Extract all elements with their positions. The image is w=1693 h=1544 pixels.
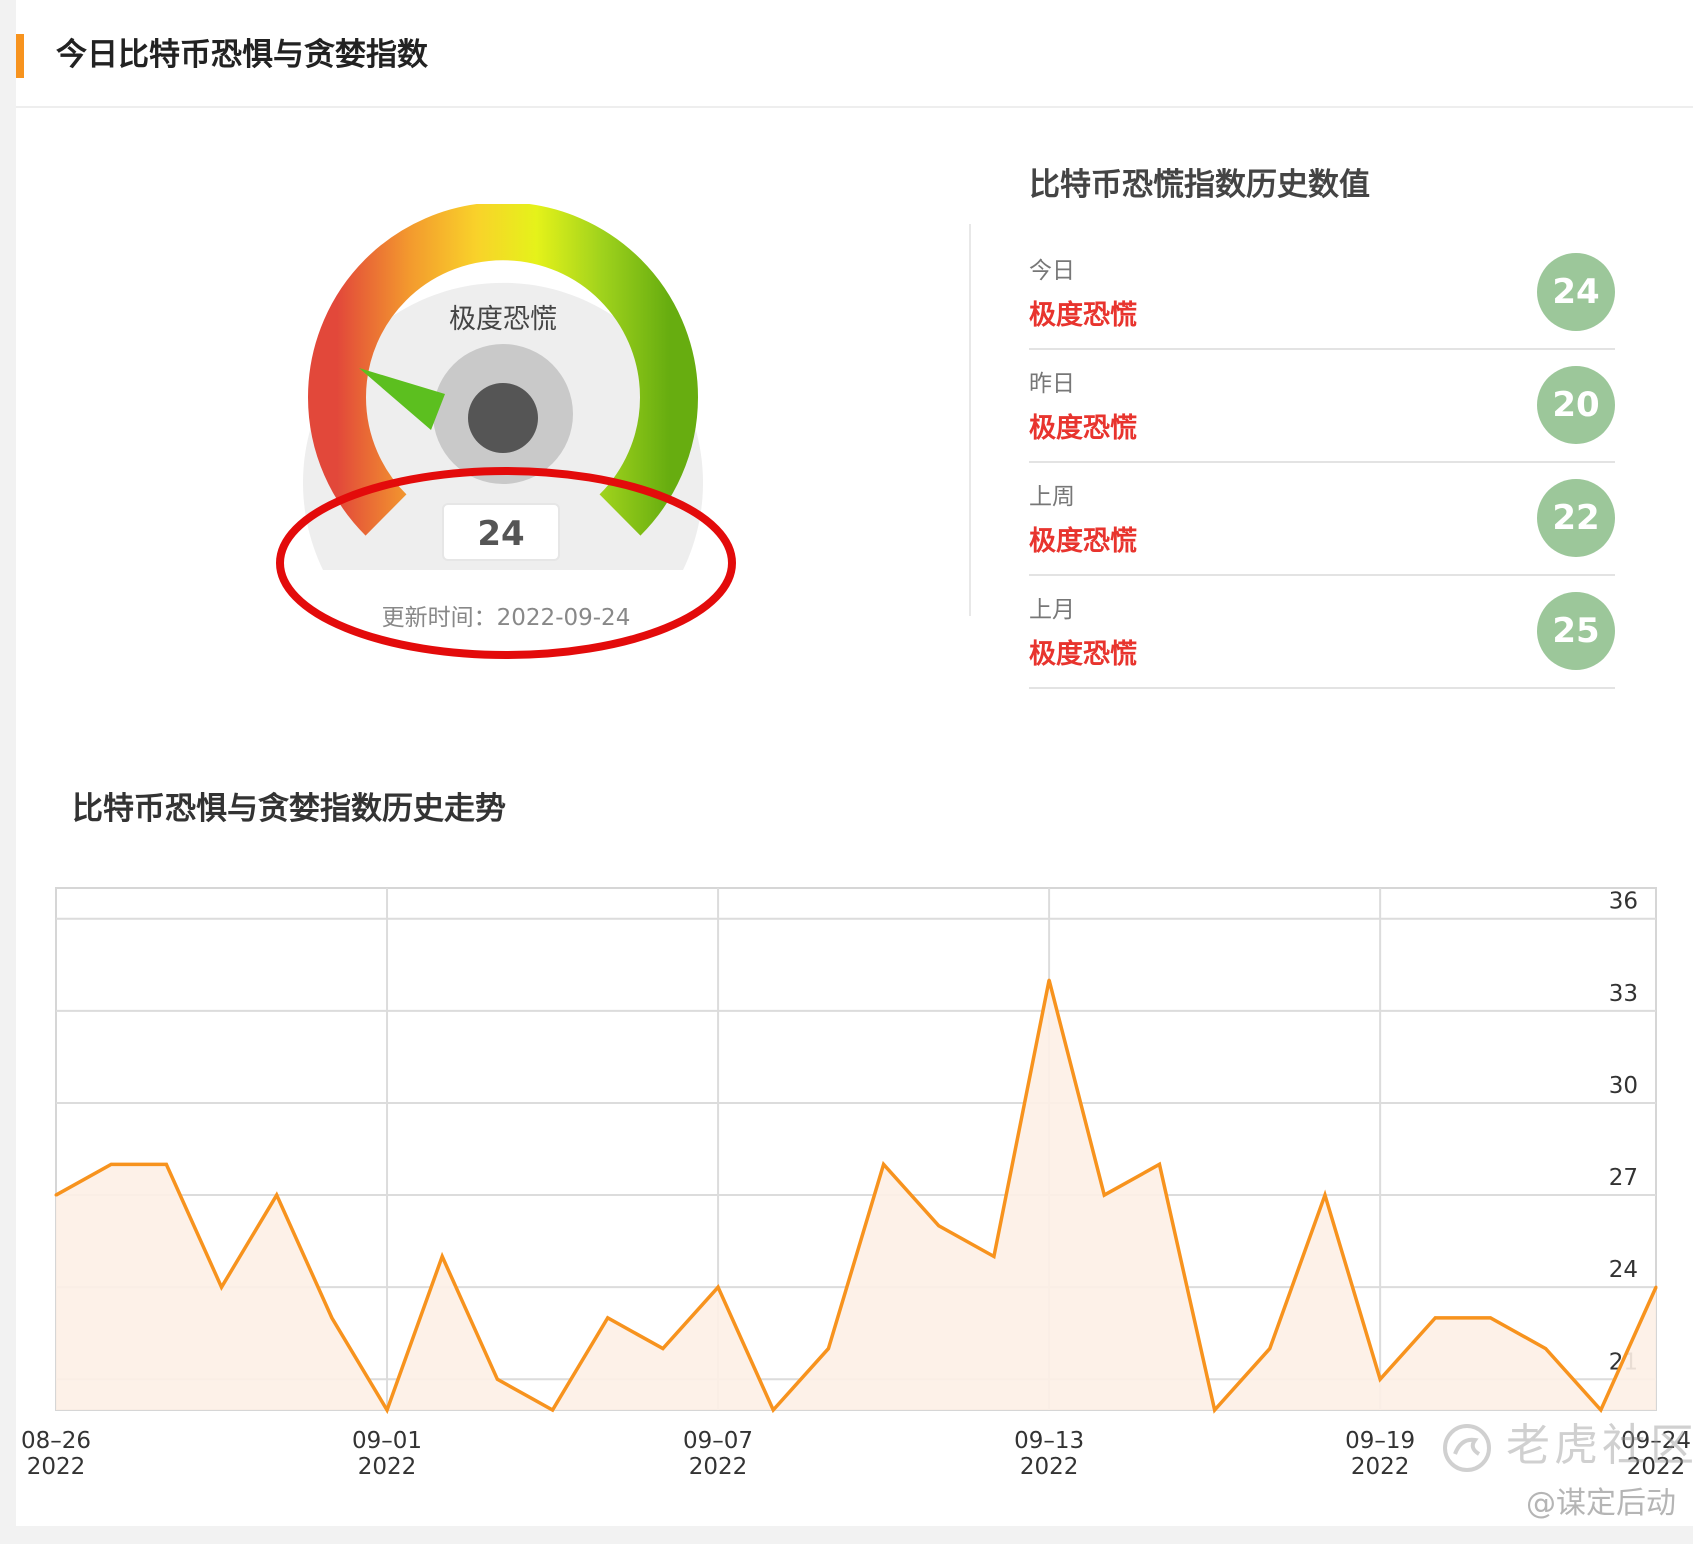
data-point [1378, 1377, 1382, 1381]
history-row-last-week: 上周 极度恐慌 22 [1029, 463, 1615, 576]
data-point [440, 1254, 444, 1258]
data-point [385, 1408, 389, 1412]
data-point [661, 1347, 665, 1351]
x-tick-label: 09–13 [1014, 1428, 1084, 1454]
y-tick-label: 27 [1609, 1165, 1638, 1191]
x-tick-label: 08–26 [21, 1428, 91, 1454]
data-point [330, 1316, 334, 1320]
data-point [992, 1254, 996, 1258]
data-point [1433, 1316, 1437, 1320]
history-row-yesterday: 昨日 极度恐慌 20 [1029, 350, 1615, 463]
x-tick-year-label: 2022 [689, 1454, 748, 1480]
x-tick-label: 09–19 [1345, 1428, 1415, 1454]
data-point [495, 1377, 499, 1381]
header-accent-bar [16, 34, 24, 78]
data-point [1544, 1347, 1548, 1351]
history-status: 极度恐慌 [1029, 300, 1137, 331]
data-point [1047, 978, 1051, 982]
watermark-user: @谋定后动 [1526, 1486, 1676, 1521]
gauge-status-label: 极度恐慌 [449, 304, 557, 335]
data-point [771, 1408, 775, 1412]
red-highlight-ellipse [276, 467, 736, 659]
y-tick-label: 30 [1609, 1073, 1638, 1099]
section-divider [969, 224, 971, 616]
page-title: 今日比特币恐惧与贪婪指数 [56, 37, 428, 73]
x-tick-year-label: 2022 [358, 1454, 417, 1480]
data-point [1323, 1193, 1327, 1197]
x-tick-label: 09–01 [352, 1428, 422, 1454]
x-tick-label: 09–07 [683, 1428, 753, 1454]
history-value-badge: 22 [1537, 479, 1615, 557]
history-status: 极度恐慌 [1029, 639, 1137, 670]
card-header: 今日比特币恐惧与贪婪指数 [16, 0, 1693, 108]
data-point [1268, 1347, 1272, 1351]
history-status: 极度恐慌 [1029, 526, 1137, 557]
data-point [606, 1316, 610, 1320]
data-point [1488, 1316, 1492, 1320]
y-tick-label: 33 [1609, 981, 1638, 1007]
history-period: 昨日 [1029, 371, 1075, 397]
history-status: 极度恐慌 [1029, 413, 1137, 444]
history-row-last-month: 上月 极度恐慌 25 [1029, 576, 1615, 689]
trend-title: 比特币恐惧与贪婪指数历史走势 [72, 791, 506, 827]
x-tick-year-label: 2022 [27, 1454, 86, 1480]
history-value-badge: 20 [1537, 366, 1615, 444]
gauge-hub [468, 383, 538, 453]
data-point [937, 1224, 941, 1228]
watermark-brand: 老虎社区 [1506, 1420, 1693, 1471]
history-value-badge: 24 [1537, 253, 1615, 331]
data-point [1157, 1162, 1161, 1166]
data-point [716, 1285, 720, 1289]
history-period: 上周 [1029, 484, 1075, 510]
data-point [220, 1285, 224, 1289]
history-title: 比特币恐慌指数历史数值 [1029, 167, 1370, 203]
data-point [109, 1162, 113, 1166]
x-tick-year-label: 2022 [1020, 1454, 1079, 1480]
tiger-logo-icon [1443, 1424, 1491, 1472]
data-point [164, 1162, 168, 1166]
history-period: 今日 [1029, 258, 1075, 284]
data-point [1599, 1408, 1603, 1412]
fear-greed-card: 今日比特币恐惧与贪婪指数 极度恐慌 24 更新时间：2022-09-24 比特币… [16, 0, 1693, 1526]
history-row-today: 今日 极度恐慌 24 [1029, 237, 1615, 350]
data-point [54, 1193, 58, 1197]
history-value-badge: 25 [1537, 592, 1615, 670]
trend-chart: 21242730333608–26202209–01202209–0720220… [21, 887, 1691, 1480]
y-tick-label: 36 [1609, 889, 1638, 915]
data-point [1213, 1408, 1217, 1412]
data-point [882, 1162, 886, 1166]
history-period: 上月 [1029, 597, 1075, 623]
data-point [275, 1193, 279, 1197]
data-point [1102, 1193, 1106, 1197]
data-point [551, 1408, 555, 1412]
data-point [1654, 1285, 1658, 1289]
x-tick-year-label: 2022 [1351, 1454, 1410, 1480]
data-point [826, 1347, 830, 1351]
y-tick-label: 24 [1609, 1257, 1638, 1283]
